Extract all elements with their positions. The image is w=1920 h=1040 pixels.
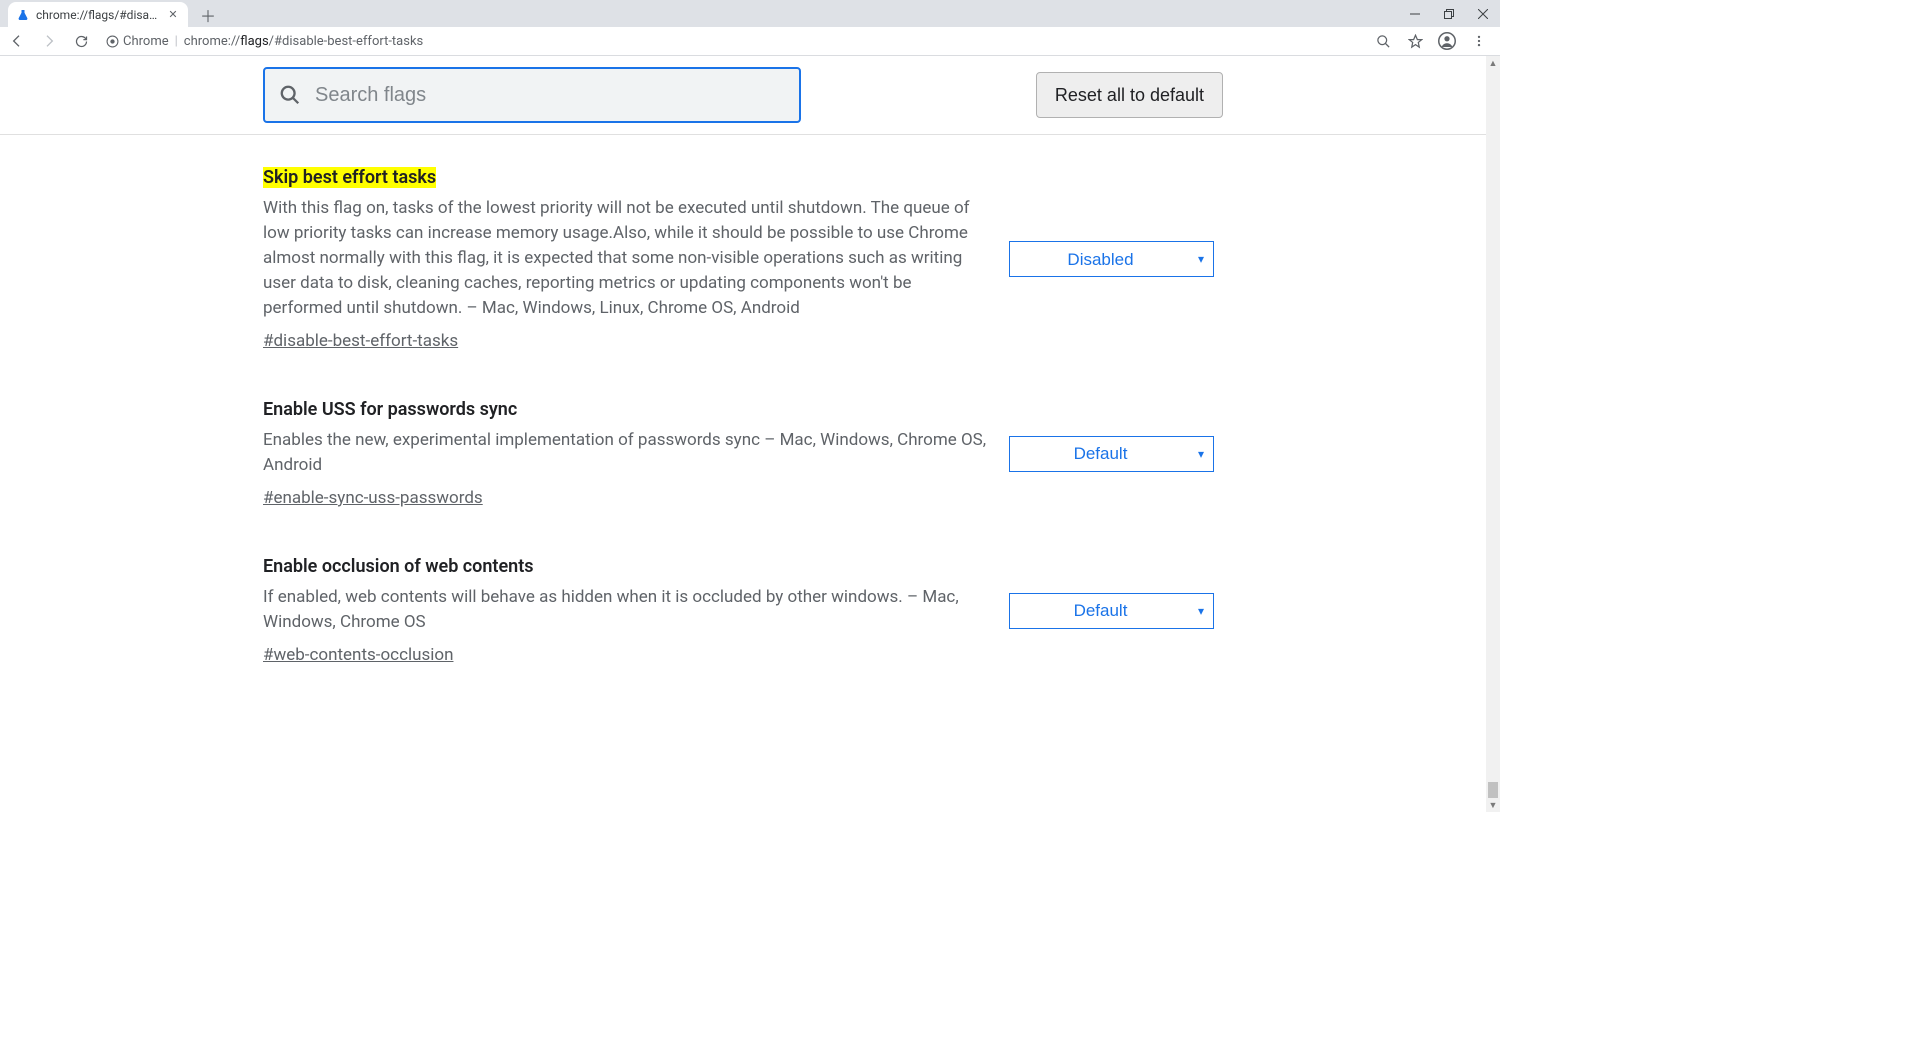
flag-text-block: Enable occlusion of web contents If enabl… (263, 556, 993, 665)
reload-button[interactable] (70, 30, 92, 52)
browser-tab[interactable]: chrome://flags/#disable-best-eff ✕ (8, 2, 188, 27)
maximize-button[interactable] (1432, 0, 1466, 27)
flask-icon (16, 8, 30, 22)
flag-text-block: Enable USS for passwords sync Enables the… (263, 399, 993, 508)
vertical-scrollbar[interactable]: ▲ ▼ (1486, 56, 1500, 812)
flag-anchor-link[interactable]: #enable-sync-uss-passwords (263, 488, 483, 508)
scroll-down-button[interactable]: ▼ (1486, 798, 1500, 812)
flag-anchor-link[interactable]: #web-contents-occlusion (263, 645, 453, 665)
menu-icon[interactable] (1468, 30, 1490, 52)
address-bar[interactable]: Chrome | chrome://flags/#disable-best-ef… (106, 30, 423, 52)
flag-description: With this flag on, tasks of the lowest p… (263, 196, 993, 321)
flag-title: Skip best effort tasks (263, 167, 436, 188)
scroll-thumb[interactable] (1488, 782, 1498, 798)
bookmark-icon[interactable] (1404, 30, 1426, 52)
back-button[interactable] (6, 30, 28, 52)
page-content: Reset all to default Skip best effort ta… (0, 56, 1486, 812)
flags-list: Skip best effort tasks With this flag on,… (263, 135, 1223, 665)
site-info-chip[interactable]: Chrome (106, 34, 169, 49)
flag-state-select[interactable]: DefaultEnabledDisabled (1009, 436, 1214, 472)
window-controls (1398, 0, 1500, 27)
profile-icon[interactable] (1436, 30, 1458, 52)
flag-control: DefaultEnabledDisabled (1009, 593, 1214, 629)
reset-all-button[interactable]: Reset all to default (1036, 72, 1223, 118)
flag-title: Enable USS for passwords sync (263, 399, 517, 420)
flag-row: Enable USS for passwords sync Enables the… (263, 399, 1223, 508)
site-chip-label: Chrome (123, 34, 169, 49)
flag-state-select[interactable]: DefaultEnabledDisabled (1009, 593, 1214, 629)
close-window-button[interactable] (1466, 0, 1500, 27)
flag-row: Skip best effort tasks With this flag on,… (263, 167, 1223, 351)
flag-description: If enabled, web contents will behave as … (263, 585, 993, 635)
tab-title: chrome://flags/#disable-best-eff (36, 8, 160, 22)
flag-description: Enables the new, experimental implementa… (263, 428, 993, 478)
minimize-button[interactable] (1398, 0, 1432, 27)
flag-row: Enable occlusion of web contents If enabl… (263, 556, 1223, 665)
flag-anchor-link[interactable]: #disable-best-effort-tasks (263, 331, 458, 351)
url-text: chrome://flags/#disable-best-effort-task… (184, 34, 423, 49)
search-input[interactable] (315, 84, 785, 107)
close-icon[interactable]: ✕ (166, 8, 180, 22)
scroll-up-button[interactable]: ▲ (1486, 56, 1500, 70)
omnibox-divider: | (175, 34, 178, 49)
search-icon (279, 84, 301, 106)
zoom-icon[interactable] (1372, 30, 1394, 52)
search-row: Reset all to default (0, 56, 1486, 135)
search-box[interactable] (263, 67, 801, 123)
flag-control: DefaultEnabledDisabled (1009, 436, 1214, 472)
toolbar: Chrome | chrome://flags/#disable-best-ef… (0, 27, 1500, 56)
flag-state-select[interactable]: DefaultEnabledDisabled (1009, 241, 1214, 277)
titlebar: chrome://flags/#disable-best-eff ✕ ＋ (0, 0, 1500, 27)
flag-control: DefaultEnabledDisabled (1009, 241, 1214, 277)
new-tab-button[interactable]: ＋ (196, 3, 220, 27)
forward-button[interactable] (38, 30, 60, 52)
flag-title: Enable occlusion of web contents (263, 556, 534, 577)
flag-text-block: Skip best effort tasks With this flag on,… (263, 167, 993, 351)
chrome-icon (106, 35, 119, 48)
